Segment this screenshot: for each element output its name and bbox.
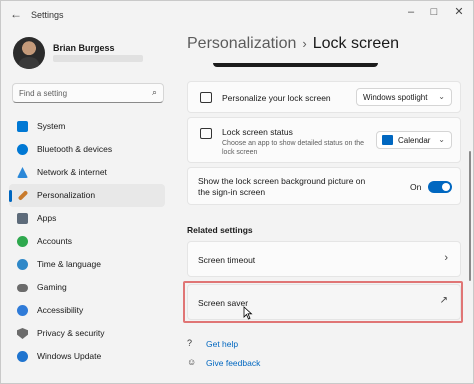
card-title: Lock screen status xyxy=(222,127,293,137)
close-icon[interactable]: ✕ xyxy=(449,5,469,19)
sidebar-item-apps[interactable]: Apps xyxy=(9,207,165,230)
personalize-lock-screen-card[interactable]: Personalize your lock screen Windows spo… xyxy=(187,81,461,113)
search-placeholder: Find a setting xyxy=(19,89,68,98)
mouse-cursor-icon xyxy=(243,306,253,320)
related-settings-heading: Related settings xyxy=(187,225,253,235)
screen-saver-highlight xyxy=(183,281,463,323)
windows-update-icon xyxy=(17,351,28,362)
bluetooth-icon xyxy=(17,144,28,155)
sidebar-nav: System Bluetooth & devices Network & int… xyxy=(9,115,165,368)
network-icon xyxy=(17,167,28,178)
lock-screen-status-dropdown[interactable]: Calendar ⌄ xyxy=(376,131,452,149)
breadcrumb-separator: › xyxy=(302,36,307,51)
sidebar-item-label: System xyxy=(37,121,66,131)
link-label: Give feedback xyxy=(206,358,261,368)
sidebar-item-accessibility[interactable]: Accessibility xyxy=(9,299,165,322)
apps-icon xyxy=(17,213,28,224)
toggle-state-label: On xyxy=(410,182,422,192)
sidebar-item-windows-update[interactable]: Windows Update xyxy=(9,345,165,368)
link-label: Get help xyxy=(206,339,239,349)
page-title: Personalization › Lock screen xyxy=(187,35,399,53)
calendar-icon xyxy=(382,135,393,145)
sidebar-item-network[interactable]: Network & internet xyxy=(9,161,165,184)
lock-screen-status-card[interactable]: Lock screen status Choose an app to show… xyxy=(187,117,461,163)
dropdown-value: Calendar xyxy=(398,136,431,145)
sidebar-item-label: Accounts xyxy=(37,236,72,246)
status-icon xyxy=(200,128,212,139)
sidebar-item-bluetooth[interactable]: Bluetooth & devices xyxy=(9,138,165,161)
chevron-down-icon: ⌄ xyxy=(438,92,445,101)
scrollbar[interactable] xyxy=(469,151,471,281)
breadcrumb-current: Lock screen xyxy=(312,35,400,52)
minimize-icon[interactable]: – xyxy=(401,5,421,19)
dropdown-value: Windows spotlight xyxy=(363,93,428,102)
search-icon[interactable]: ⌕ xyxy=(152,87,157,98)
screen-timeout-link[interactable]: Screen timeout › xyxy=(187,241,461,277)
brush-icon xyxy=(17,190,29,201)
sidebar-item-label: Time & language xyxy=(37,259,101,269)
sidebar-item-label: Gaming xyxy=(37,282,67,292)
system-icon xyxy=(17,121,28,132)
chevron-right-icon: › xyxy=(444,252,448,264)
breadcrumb-parent[interactable]: Personalization xyxy=(187,35,296,52)
sign-in-background-card[interactable]: Show the lock screen background picture … xyxy=(187,167,461,205)
sidebar-item-label: Privacy & security xyxy=(37,328,105,338)
card-title: Personalize your lock screen xyxy=(222,93,331,103)
sidebar-item-personalization[interactable]: Personalization xyxy=(9,184,165,207)
sidebar-item-accounts[interactable]: Accounts xyxy=(9,230,165,253)
gaming-icon xyxy=(17,284,28,292)
sign-in-background-toggle[interactable] xyxy=(428,181,452,193)
user-name: Brian Burgess xyxy=(53,43,115,53)
chevron-down-icon: ⌄ xyxy=(438,135,445,144)
lock-screen-preview xyxy=(213,63,378,67)
shield-icon xyxy=(17,328,28,339)
card-title: Screen timeout xyxy=(198,255,256,265)
sidebar-item-system[interactable]: System xyxy=(9,115,165,138)
maximize-icon[interactable]: □ xyxy=(424,5,444,19)
sidebar-item-label: Windows Update xyxy=(37,351,102,361)
feedback-icon: ☺ xyxy=(187,357,197,367)
card-subtitle: Choose an app to show detailed status on… xyxy=(222,140,365,156)
app-title: Settings xyxy=(31,10,64,20)
sidebar-item-gaming[interactable]: Gaming xyxy=(9,276,165,299)
accessibility-icon xyxy=(17,305,28,316)
title-bar: ← Settings – □ ✕ xyxy=(1,1,473,29)
time-language-icon xyxy=(17,259,28,270)
lock-screen-background-dropdown[interactable]: Windows spotlight ⌄ xyxy=(356,88,452,106)
sidebar-item-time-language[interactable]: Time & language xyxy=(9,253,165,276)
avatar xyxy=(13,37,45,69)
accounts-icon xyxy=(17,236,28,247)
user-profile[interactable]: Brian Burgess xyxy=(13,37,173,73)
sidebar-item-label: Bluetooth & devices xyxy=(37,144,113,154)
sidebar-item-privacy-security[interactable]: Privacy & security xyxy=(9,322,165,345)
sidebar-item-label: Accessibility xyxy=(37,305,84,315)
user-email-redacted xyxy=(53,55,143,62)
help-icon: ? xyxy=(187,338,193,348)
search-input[interactable]: Find a setting ⌕ xyxy=(12,83,164,103)
back-arrow-icon[interactable]: ← xyxy=(9,7,23,21)
lock-screen-icon xyxy=(200,92,212,103)
card-title: Show the lock screen background picture … xyxy=(198,176,366,197)
sidebar-item-label: Apps xyxy=(37,213,57,223)
sidebar-item-label: Network & internet xyxy=(37,167,107,177)
sidebar-item-label: Personalization xyxy=(37,190,96,200)
